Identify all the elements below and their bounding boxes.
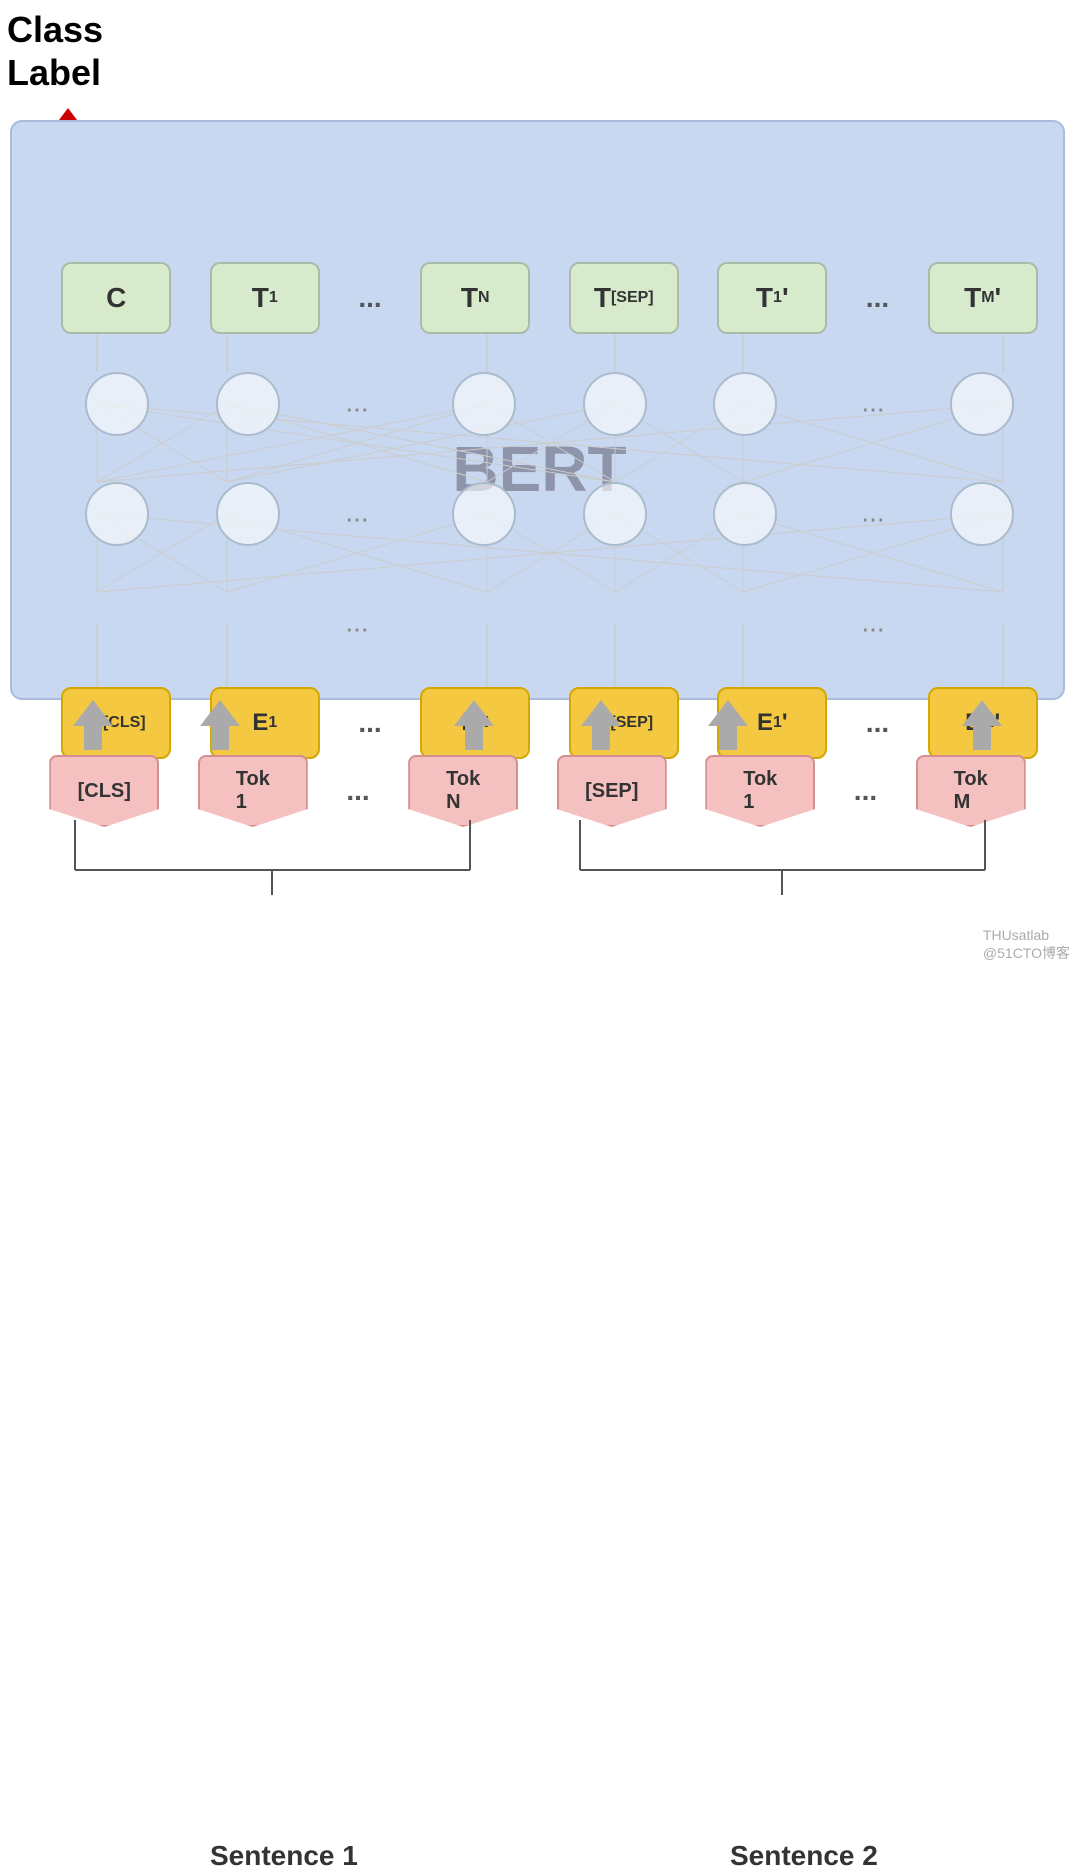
dots-6: ... [854,775,877,807]
svg-text:...: ... [345,606,368,637]
nn-circle-2-2 [216,482,280,546]
dots-2: ... [866,282,889,314]
nn-circle-1-8 [950,372,1014,436]
output-tokens-row: C T1 ... TN T[SEP] T1' ... TM' [22,262,1077,334]
gray-arrows-row [10,700,1065,750]
nn-circle-1-5 [583,372,647,436]
nn-circle-2-1 [85,482,149,546]
nn-layer-1 [22,372,1077,436]
nn-circle-2-8 [950,482,1014,546]
watermark-blog: @51CTO博客 [983,943,1070,963]
token-TN: TN [420,262,530,334]
input-tok1: Tok1 [198,755,308,827]
bracket-svg [10,820,1065,930]
input-tokens-row: [CLS] Tok1 ... TokN [SEP] Tok1 ... TokM [10,755,1065,827]
class-label: Class Label [7,8,103,94]
input-tok1p: Tok1 [705,755,815,827]
svg-text:...: ... [861,606,884,637]
main-container: Class Label BERT [0,0,1080,973]
token-TM-prime: TM' [928,262,1038,334]
dots-5: ... [346,775,369,807]
arrow-1p [708,700,748,750]
token-TSEP: T[SEP] [569,262,679,334]
nn-circle-1-4 [452,372,516,436]
nn-circle-2-4 [452,482,516,546]
nn-circle-2-6 [713,482,777,546]
input-tokN: TokN [408,755,518,827]
input-SEP: [SEP] [557,755,667,827]
input-tokM: TokM [916,755,1026,827]
dots-1: ... [358,282,381,314]
token-T1: T1 [210,262,320,334]
nn-circle-1-6 [713,372,777,436]
input-CLS: [CLS] [49,755,159,827]
arrow-M [962,700,1002,750]
token-T1-prime: T1' [717,262,827,334]
arrow-1 [200,700,240,750]
nn-layer-2 [22,482,1077,546]
arrow-sep [581,700,621,750]
sentence-2-label: Sentence 2 [730,1840,878,1872]
arrow-cls [73,700,113,750]
sentence-1-label: Sentence 1 [210,1840,358,1872]
nn-circle-2-5 [583,482,647,546]
nn-circle-1-2 [216,372,280,436]
watermark-logo: THUsatlab [983,927,1070,943]
nn-circle-1-1 [85,372,149,436]
arrow-N [454,700,494,750]
token-C: C [61,262,171,334]
bert-container: BERT [10,120,1065,700]
watermark: THUsatlab @51CTO博客 [983,927,1070,963]
